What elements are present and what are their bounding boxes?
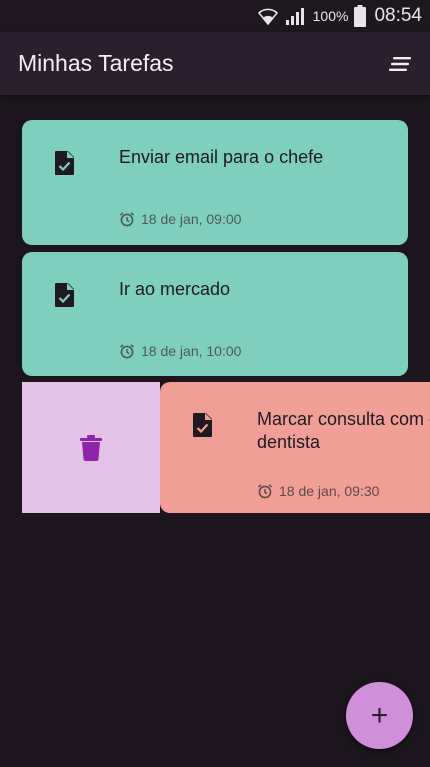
signal-icon (285, 6, 307, 26)
task-time-text: 18 de jan, 09:30 (279, 483, 380, 499)
trash-icon (80, 434, 102, 461)
battery-icon (354, 5, 367, 27)
sort-icon (389, 56, 411, 71)
add-task-button[interactable]: + (346, 682, 413, 749)
alarm-icon (257, 483, 273, 499)
app-bar: Minhas Tarefas (0, 32, 430, 95)
page-title: Minhas Tarefas (18, 50, 174, 76)
alarm-icon (119, 343, 135, 359)
task-document-icon (55, 151, 74, 175)
wifi-icon (257, 6, 279, 26)
task-card[interactable]: Enviar email para o chefe 18 de jan, 09:… (22, 120, 408, 245)
task-document-icon (193, 413, 212, 437)
task-reminder: 18 de jan, 10:00 (119, 343, 241, 359)
task-title: Ir ao mercado (119, 279, 231, 299)
task-title: Marcar consulta com o dentista (257, 409, 430, 452)
status-bar: 100% 08:54 (0, 0, 430, 32)
status-clock: 08:54 (374, 5, 422, 26)
task-document-icon (55, 283, 74, 307)
task-reminder: 18 de jan, 09:00 (119, 211, 241, 227)
task-title: Enviar email para o chefe (119, 147, 324, 167)
task-card[interactable]: Ir ao mercado 18 de jan, 10:00 (22, 252, 408, 376)
screen: 100% 08:54 Minhas Tarefas Enviar email p… (0, 0, 430, 767)
task-reminder: 18 de jan, 09:30 (257, 483, 379, 499)
battery-percentage: 100% (312, 8, 349, 24)
sort-menu-button[interactable] (386, 50, 414, 78)
task-time-text: 18 de jan, 10:00 (141, 343, 242, 359)
swipe-delete-action[interactable] (22, 382, 160, 513)
alarm-icon (119, 211, 135, 227)
task-card-swiped[interactable]: Marcar consulta com o dentista 18 de jan… (160, 382, 430, 513)
task-time-text: 18 de jan, 09:00 (141, 211, 242, 227)
add-icon: + (370, 698, 389, 732)
